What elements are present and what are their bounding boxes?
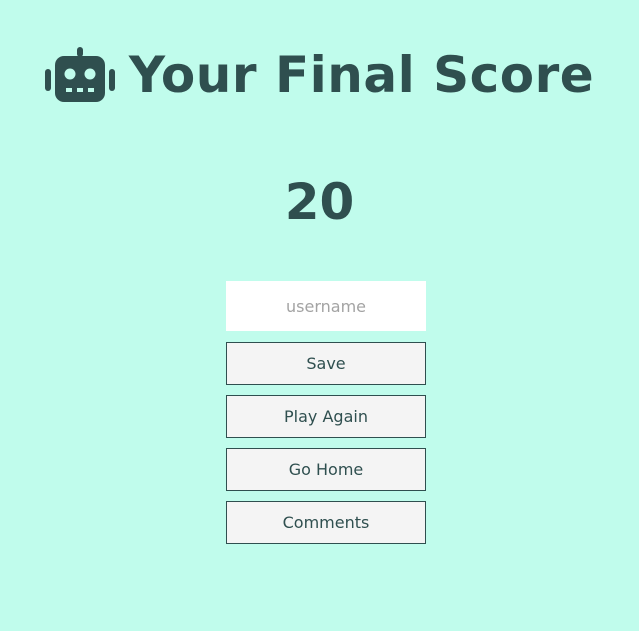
play-again-button[interactable]: Play Again bbox=[226, 395, 426, 438]
robot-icon bbox=[44, 47, 115, 103]
page-header: Your Final Score bbox=[0, 40, 639, 110]
final-score-value: 20 bbox=[284, 173, 355, 231]
comments-button[interactable]: Comments bbox=[226, 501, 426, 544]
save-button[interactable]: Save bbox=[226, 342, 426, 385]
username-input[interactable] bbox=[226, 281, 426, 331]
score-form: Save Play Again Go Home Comments bbox=[226, 281, 426, 554]
page-title: Your Final Score bbox=[128, 46, 595, 104]
go-home-button[interactable]: Go Home bbox=[226, 448, 426, 491]
score-page: Your Final Score 20 Save Play Again Go H… bbox=[0, 0, 639, 631]
